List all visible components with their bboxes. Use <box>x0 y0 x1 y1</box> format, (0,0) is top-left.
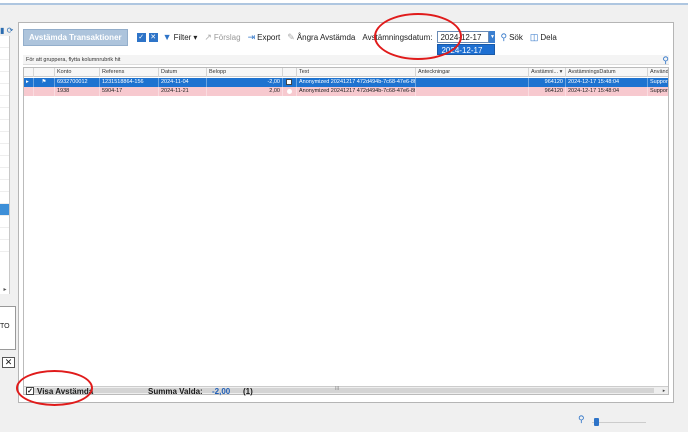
toolbar: Avstämda Transaktioner ✓ ✕ ▼ Filter ▾ ↗ … <box>23 27 559 55</box>
left-list[interactable] <box>0 36 10 294</box>
row-indicator-header <box>24 68 34 77</box>
row-checkbox[interactable] <box>283 87 297 96</box>
zoom-slider-track[interactable] <box>592 422 646 423</box>
cell-referens: 1231518864-156 <box>100 78 159 87</box>
export-button[interactable]: ⇥ Export <box>246 32 283 43</box>
left-text-panel[interactable]: TO <box>0 306 16 350</box>
group-panel[interactable]: För att gruppera, flytta kolumnrubrik hi… <box>23 55 669 65</box>
column-header-anteckningar[interactable]: Anteckningar <box>416 68 529 77</box>
close-icon[interactable]: ✕ <box>2 357 15 368</box>
eraser-icon: ✎ <box>287 31 295 42</box>
cell-belopp: 2,00 <box>207 87 283 96</box>
cell-konto: 6932700012 <box>55 78 100 87</box>
cell-datum: 2024-11-21 <box>159 87 207 96</box>
row-indicator <box>24 87 34 96</box>
grid-search-icon[interactable]: ⚲ <box>662 55 669 66</box>
uncheck-all-icon[interactable]: ✕ <box>148 32 158 42</box>
top-border <box>0 0 688 5</box>
summa-label: Summa Valda: <box>148 386 203 396</box>
transactions-grid[interactable]: Konto Referens Datum Belopp Text Anteckn… <box>23 67 669 395</box>
footer-bar: ✓ Visa Avstämda Summa Valda: -2,00 (1) <box>23 381 669 401</box>
cell-referens: 5904-17 <box>100 87 159 96</box>
column-header-anvand[interactable]: Använd <box>648 68 668 77</box>
cell-avstamning: 964120 <box>529 87 566 96</box>
column-header-referens[interactable]: Referens <box>100 68 159 77</box>
search-button[interactable]: ⚲ Sök <box>498 32 524 43</box>
row-indicator-icon: ▸ <box>24 78 34 87</box>
cell-anteckningar <box>416 87 529 96</box>
left-panel: ▮ ⟳ ▸ TO ✕ <box>0 22 16 432</box>
cell-belopp: -2,00 <box>207 78 283 87</box>
left-list-selected-item[interactable] <box>0 204 9 216</box>
split-button[interactable]: ◫ Dela <box>528 32 559 43</box>
cell-konto: 1938 <box>55 87 100 96</box>
row-checkbox[interactable] <box>283 78 297 87</box>
column-header-avstamningsdatum[interactable]: AvstämningsDatum <box>566 68 648 77</box>
wand-icon: ↗ <box>204 31 212 42</box>
checkbox-column-header[interactable] <box>283 68 297 77</box>
cell-anvand: Suppor <box>650 79 668 85</box>
split-icon: ◫ <box>529 31 539 42</box>
table-row[interactable]: ▸ ⚑ 6932700012 1231518864-156 2024-11-04… <box>24 78 668 87</box>
column-header-datum[interactable]: Datum <box>159 68 207 77</box>
cell-avstamningsdatum: 2024-12-17 15:48:04 <box>566 87 648 96</box>
highlight-oval-datum <box>374 13 462 60</box>
filter-icon: ▼ <box>162 32 172 42</box>
table-row[interactable]: 1938 5904-17 2024-11-21 2,00 Anonymized … <box>24 87 668 96</box>
panel-title: Avstämda Transaktioner <box>23 28 128 46</box>
group-hint: För att gruppera, flytta kolumnrubrik hi… <box>26 57 121 63</box>
filter-button[interactable]: ▼ Filter ▾ <box>161 32 200 42</box>
undo-reconciled-button[interactable]: ✎ Ångra Avstämda <box>285 32 357 43</box>
cell-text: Anonymized 20241217 472d494b-7c68-47e6-8… <box>299 87 416 96</box>
cell-avstamningsdatum: 2024-12-17 15:48:04 <box>566 78 648 87</box>
left-text: TO <box>0 323 10 330</box>
cell-anteckningar <box>416 78 529 87</box>
flag-column-header[interactable] <box>34 68 55 77</box>
highlight-oval-visa <box>16 370 93 406</box>
grid-header-row: Konto Referens Datum Belopp Text Anteckn… <box>24 68 668 77</box>
flag-cell[interactable] <box>34 87 55 96</box>
summa-value: -2,00 <box>212 386 231 396</box>
summa-count: (1) <box>243 386 253 396</box>
check-all-icon[interactable]: ✓ <box>136 32 146 42</box>
cell-anvand: Suppor <box>650 88 668 94</box>
column-header-belopp[interactable]: Belopp <box>207 68 283 77</box>
cell-text: Anonymized 20241217 472d494b-7c68-47e6-8… <box>299 78 416 87</box>
column-header-text[interactable]: Text <box>297 68 416 77</box>
cell-datum: 2024-11-04 <box>159 78 207 87</box>
cell-avstamning: 964120 <box>529 78 566 87</box>
column-header-konto[interactable]: Konto <box>55 68 100 77</box>
main-panel: Avstämda Transaktioner ✓ ✕ ▼ Filter ▾ ↗ … <box>18 22 674 403</box>
left-panel-icons[interactable]: ▮ ⟳ <box>0 26 18 36</box>
column-header-avstamning[interactable]: Avstämni... ▾ <box>529 68 566 77</box>
export-icon: ⇥ <box>247 31 256 42</box>
search-icon: ⚲ <box>500 31 508 42</box>
zoom-icon: ⚲ <box>578 414 585 424</box>
chevron-down-icon[interactable]: ▼ <box>489 31 496 43</box>
flag-icon[interactable]: ⚑ <box>34 78 55 87</box>
zoom-slider-handle[interactable] <box>594 418 599 426</box>
left-scroll-arrow[interactable]: ▸ <box>0 286 10 294</box>
forslag-button[interactable]: ↗ Förslag <box>202 32 242 43</box>
filter-dropdown-icon: ▾ <box>193 32 198 42</box>
